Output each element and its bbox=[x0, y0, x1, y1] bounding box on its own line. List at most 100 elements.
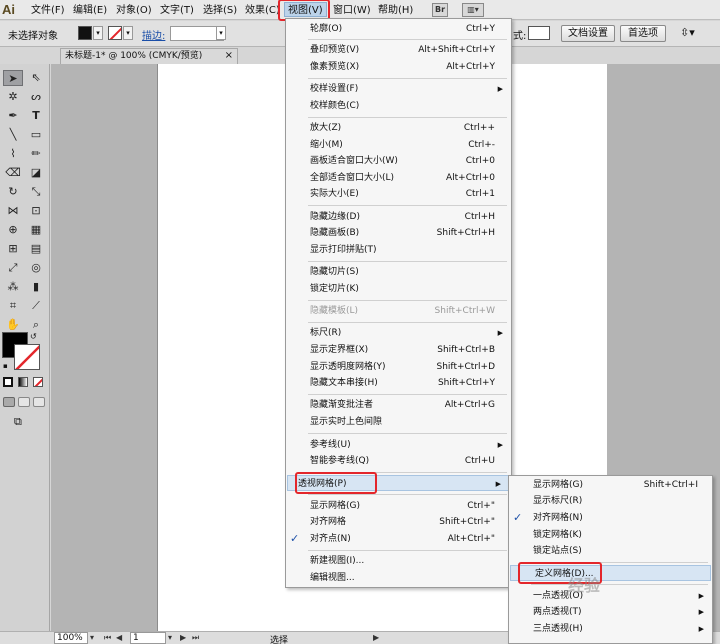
prev-artboard-icon[interactable]: ◀ bbox=[116, 633, 122, 642]
menu-item-hide-artboards[interactable]: 隐藏画板(B) Shift+Ctrl+H bbox=[286, 225, 511, 241]
menu-item-show-print-tiling[interactable]: 显示打印拼贴(T) bbox=[286, 242, 511, 258]
none-mode-icon[interactable] bbox=[33, 377, 43, 387]
pencil-tool-icon[interactable]: ✏ bbox=[26, 146, 46, 162]
menu-item-hide-text-threads[interactable]: 隐藏文本串接(H) Shift+Ctrl+Y bbox=[286, 375, 511, 391]
width-tool-icon[interactable]: ⋈ bbox=[3, 203, 23, 219]
type-tool-icon[interactable]: T bbox=[26, 108, 46, 124]
menu-item-zoom-in[interactable]: 放大(Z) Ctrl++ bbox=[286, 120, 511, 136]
document-setup-button[interactable]: 文档设置 bbox=[561, 25, 615, 42]
menu-item-outline[interactable]: 轮廓(O) Ctrl+Y bbox=[286, 21, 511, 37]
menu-object[interactable]: 对象(O) bbox=[116, 3, 152, 18]
rotate-tool-icon[interactable]: ↻ bbox=[3, 184, 23, 200]
menu-item-hide-gradient-annotator[interactable]: 隐藏渐变批注者 Alt+Ctrl+G bbox=[286, 397, 511, 413]
submenu-item-lock-grid[interactable]: 锁定网格(K) bbox=[509, 527, 712, 543]
menu-item-snap-to-point[interactable]: ✓ 对齐点(N) Alt+Ctrl+" bbox=[286, 531, 511, 547]
menu-item-rulers[interactable]: 标尺(R) ▶ bbox=[286, 325, 511, 341]
eyedropper-tool-icon[interactable]: ⤢ bbox=[3, 260, 23, 276]
menu-type[interactable]: 文字(T) bbox=[160, 3, 194, 18]
menu-item-pixel-preview[interactable]: 像素预览(X) Alt+Ctrl+Y bbox=[286, 59, 511, 75]
artboard-tool-icon[interactable]: ⌗ bbox=[3, 298, 23, 314]
style-swatch[interactable] bbox=[528, 26, 550, 40]
zoom-field[interactable]: 100% bbox=[54, 632, 88, 644]
draw-inside-icon[interactable] bbox=[33, 397, 45, 407]
scale-tool-icon[interactable]: ⤡ bbox=[26, 184, 46, 200]
status-menu-icon[interactable]: ▶ bbox=[373, 633, 379, 642]
blob-brush-tool-icon[interactable]: ⌫ bbox=[3, 165, 23, 181]
menu-item-snap-to-grid[interactable]: 对齐网格 Shift+Ctrl+" bbox=[286, 514, 511, 530]
menu-item-live-paint-gaps[interactable]: 显示实时上色间隙 bbox=[286, 414, 511, 430]
submenu-item-show-rulers[interactable]: 显示标尺(R) bbox=[509, 493, 712, 509]
menu-item-actual-size[interactable]: 实际大小(E) Ctrl+1 bbox=[286, 186, 511, 202]
fill-swatch[interactable] bbox=[78, 26, 92, 40]
menu-file[interactable]: 文件(F) bbox=[31, 3, 65, 18]
lasso-tool-icon[interactable]: ᔕ bbox=[26, 89, 46, 105]
submenu-item-lock-station-point[interactable]: 锁定站点(S) bbox=[509, 543, 712, 559]
stroke-weight-dropdown[interactable]: ▾ bbox=[216, 26, 226, 40]
shape-builder-tool-icon[interactable]: ⊕ bbox=[3, 222, 23, 238]
close-tab-icon[interactable]: × bbox=[225, 49, 233, 63]
menu-item-hide-edges[interactable]: 隐藏边缘(D) Ctrl+H bbox=[286, 209, 511, 225]
submenu-item-one-point[interactable]: 一点透视(O) ▶ bbox=[509, 588, 712, 604]
draw-behind-icon[interactable] bbox=[18, 397, 30, 407]
menu-item-hide-slices[interactable]: 隐藏切片(S) bbox=[286, 264, 511, 280]
gradient-tool-icon[interactable]: ▤ bbox=[26, 241, 46, 257]
zoom-dropdown-icon[interactable]: ▾ bbox=[90, 633, 94, 642]
menu-edit[interactable]: 编辑(E) bbox=[73, 3, 107, 18]
menu-help[interactable]: 帮助(H) bbox=[378, 3, 413, 18]
magic-wand-tool-icon[interactable]: ✲ bbox=[3, 89, 23, 105]
symbol-sprayer-tool-icon[interactable]: ⁂ bbox=[3, 279, 23, 295]
menu-window[interactable]: 窗口(W) bbox=[333, 3, 371, 18]
menu-item-zoom-out[interactable]: 缩小(M) Ctrl+- bbox=[286, 137, 511, 153]
menu-item-edit-views[interactable]: 编辑视图... bbox=[286, 570, 511, 586]
menu-item-fit-all[interactable]: 全部适合窗口大小(L) Alt+Ctrl+0 bbox=[286, 170, 511, 186]
submenu-item-three-point[interactable]: 三点透视(H) ▶ bbox=[509, 621, 712, 637]
first-artboard-icon[interactable]: ⏮ bbox=[104, 633, 111, 643]
stroke-dropdown[interactable]: ▾ bbox=[123, 26, 133, 40]
gradient-mode-icon[interactable] bbox=[18, 377, 28, 387]
submenu-item-two-point[interactable]: 两点透视(T) ▶ bbox=[509, 604, 712, 620]
swap-colors-icon[interactable]: ↺ bbox=[30, 332, 37, 341]
direct-selection-tool-icon[interactable]: ⇖ bbox=[26, 70, 46, 86]
stroke-color-box[interactable] bbox=[14, 344, 40, 370]
pen-tool-icon[interactable]: ✒ bbox=[3, 108, 23, 124]
free-transform-tool-icon[interactable]: ⊡ bbox=[26, 203, 46, 219]
menu-item-proof-colors[interactable]: 校样颜色(C) bbox=[286, 98, 511, 114]
menu-effect[interactable]: 效果(C) bbox=[245, 3, 280, 18]
arrange-icon[interactable]: ⇳▾ bbox=[680, 26, 695, 39]
fill-dropdown[interactable]: ▾ bbox=[93, 26, 103, 40]
menu-item-show-grid[interactable]: 显示网格(G) Ctrl+" bbox=[286, 498, 511, 514]
rectangle-tool-icon[interactable]: ▭ bbox=[26, 127, 46, 143]
menu-item-lock-slices[interactable]: 锁定切片(K) bbox=[286, 281, 511, 297]
eraser-tool-icon[interactable]: ◪ bbox=[26, 165, 46, 181]
document-tab[interactable]: 未标题-1* @ 100% (CMYK/预览) × bbox=[60, 48, 238, 64]
menu-item-proof-setup[interactable]: 校样设置(F) ▶ bbox=[286, 81, 511, 97]
preferences-button[interactable]: 首选项 bbox=[620, 25, 666, 42]
last-artboard-icon[interactable]: ⏭ bbox=[192, 633, 199, 643]
next-artboard-icon[interactable]: ▶ bbox=[180, 633, 186, 642]
selection-tool-icon[interactable]: ➤ bbox=[3, 70, 23, 86]
stroke-label[interactable]: 描边: bbox=[142, 27, 165, 42]
slice-tool-icon[interactable]: ⟋ bbox=[26, 298, 46, 314]
menu-item-guides[interactable]: 参考线(U) ▶ bbox=[286, 437, 511, 453]
menu-item-smart-guides[interactable]: 智能参考线(Q) Ctrl+U bbox=[286, 453, 511, 469]
menu-select[interactable]: 选择(S) bbox=[203, 3, 237, 18]
stroke-swatch[interactable] bbox=[108, 26, 122, 40]
draw-normal-icon[interactable] bbox=[3, 397, 15, 407]
column-graph-tool-icon[interactable]: ▮ bbox=[26, 279, 46, 295]
perspective-grid-tool-icon[interactable]: ▦ bbox=[26, 222, 46, 238]
default-colors-icon[interactable]: ▪ bbox=[3, 362, 8, 370]
mesh-tool-icon[interactable]: ⊞ bbox=[3, 241, 23, 257]
menu-item-new-view[interactable]: 新建视图(I)... bbox=[286, 553, 511, 569]
bridge-icon[interactable]: Br bbox=[432, 3, 448, 17]
color-mode-icon[interactable] bbox=[3, 377, 13, 387]
artboard-number-field[interactable]: 1 bbox=[130, 632, 166, 644]
menu-item-show-bounding-box[interactable]: 显示定界框(X) Shift+Ctrl+B bbox=[286, 342, 511, 358]
menu-item-overprint-preview[interactable]: 叠印预览(V) Alt+Shift+Ctrl+Y bbox=[286, 42, 511, 58]
paintbrush-tool-icon[interactable]: ⌇ bbox=[3, 146, 23, 162]
artboard-dropdown-icon[interactable]: ▾ bbox=[168, 633, 172, 642]
zoom-tool-icon[interactable]: ⌕ bbox=[26, 317, 46, 333]
line-tool-icon[interactable]: ╲ bbox=[3, 127, 23, 143]
menu-item-fit-artboard[interactable]: 画板适合窗口大小(W) Ctrl+0 bbox=[286, 153, 511, 169]
menu-item-transparency-grid[interactable]: 显示透明度网格(Y) Shift+Ctrl+D bbox=[286, 359, 511, 375]
blend-tool-icon[interactable]: ◎ bbox=[26, 260, 46, 276]
